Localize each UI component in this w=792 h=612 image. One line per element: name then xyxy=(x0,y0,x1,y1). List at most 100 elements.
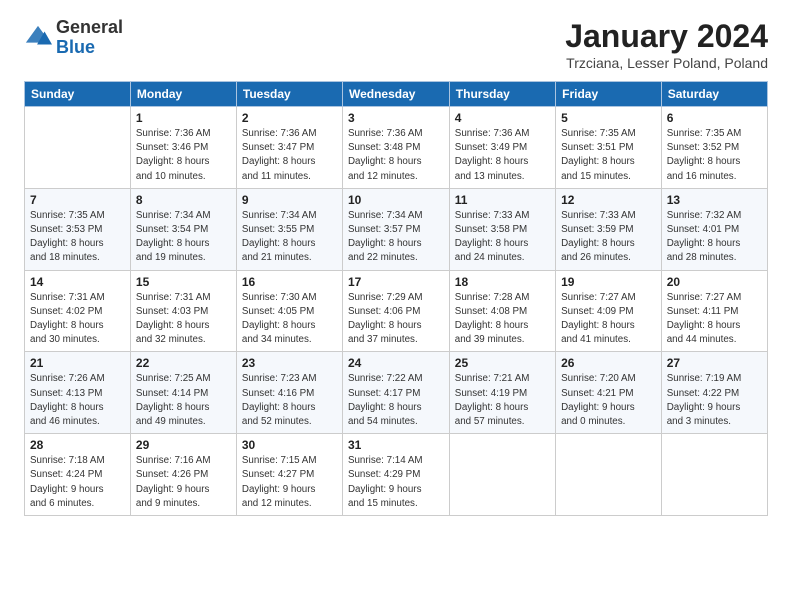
calendar-week-row: 7 Sunrise: 7:35 AM Sunset: 3:53 PM Daylig… xyxy=(25,188,768,270)
day-number: 7 xyxy=(30,193,125,207)
calendar-cell: 4 Sunrise: 7:36 AM Sunset: 3:49 PM Daylig… xyxy=(449,107,555,189)
day-number: 15 xyxy=(136,275,231,289)
calendar-cell: 21Sunrise: 7:26 AM Sunset: 4:13 PM Dayli… xyxy=(25,352,131,434)
day-info: Sunrise: 7:33 AM Sunset: 3:59 PM Dayligh… xyxy=(561,209,656,266)
day-number: 6 xyxy=(667,111,762,125)
calendar-cell: 29 Sunrise: 7:16 AM Sunset: 4:26 PM Dayli… xyxy=(130,434,236,516)
calendar-cell: 11Sunrise: 7:33 AM Sunset: 3:58 PM Dayli… xyxy=(449,188,555,270)
day-info: Sunrise: 7:29 AM Sunset: 4:06 PM Dayligh… xyxy=(348,291,444,348)
header: General Blue January 2024 Trzciana, Less… xyxy=(24,18,768,71)
day-info: Sunrise: 7:22 AM Sunset: 4:17 PM Dayligh… xyxy=(348,372,444,429)
day-info: Sunrise: 7:26 AM Sunset: 4:13 PM Dayligh… xyxy=(30,372,125,429)
day-info: Sunrise: 7:23 AM Sunset: 4:16 PM Dayligh… xyxy=(242,372,337,429)
logo-icon xyxy=(24,24,52,52)
day-number: 20 xyxy=(667,275,762,289)
logo-text: General Blue xyxy=(56,18,123,58)
day-info: Sunrise: 7:36 AM Sunset: 3:46 PM Dayligh… xyxy=(136,127,231,184)
page: General Blue January 2024 Trzciana, Less… xyxy=(0,0,792,612)
calendar-cell xyxy=(556,434,662,516)
calendar-week-row: 1 Sunrise: 7:36 AM Sunset: 3:46 PM Daylig… xyxy=(25,107,768,189)
day-info: Sunrise: 7:28 AM Sunset: 4:08 PM Dayligh… xyxy=(455,291,550,348)
day-number: 19 xyxy=(561,275,656,289)
day-info: Sunrise: 7:34 AM Sunset: 3:57 PM Dayligh… xyxy=(348,209,444,266)
calendar-cell: 13Sunrise: 7:32 AM Sunset: 4:01 PM Dayli… xyxy=(661,188,767,270)
day-number: 8 xyxy=(136,193,231,207)
calendar-week-row: 21Sunrise: 7:26 AM Sunset: 4:13 PM Dayli… xyxy=(25,352,768,434)
day-info: Sunrise: 7:19 AM Sunset: 4:22 PM Dayligh… xyxy=(667,372,762,429)
day-number: 10 xyxy=(348,193,444,207)
calendar-cell: 31 Sunrise: 7:14 AM Sunset: 4:29 PM Dayli… xyxy=(342,434,449,516)
calendar-cell: 5 Sunrise: 7:35 AM Sunset: 3:51 PM Daylig… xyxy=(556,107,662,189)
day-info: Sunrise: 7:36 AM Sunset: 3:48 PM Dayligh… xyxy=(348,127,444,184)
location: Trzciana, Lesser Poland, Poland xyxy=(565,55,768,71)
logo-general: General xyxy=(56,18,123,38)
day-info: Sunrise: 7:35 AM Sunset: 3:53 PM Dayligh… xyxy=(30,209,125,266)
calendar-cell: 1 Sunrise: 7:36 AM Sunset: 3:46 PM Daylig… xyxy=(130,107,236,189)
day-number: 14 xyxy=(30,275,125,289)
calendar-cell: 30Sunrise: 7:15 AM Sunset: 4:27 PM Dayli… xyxy=(236,434,342,516)
calendar-cell: 14 Sunrise: 7:31 AM Sunset: 4:02 PM Dayli… xyxy=(25,270,131,352)
calendar-cell: 3 Sunrise: 7:36 AM Sunset: 3:48 PM Daylig… xyxy=(342,107,449,189)
calendar-cell xyxy=(449,434,555,516)
day-number: 26 xyxy=(561,356,656,370)
day-number: 5 xyxy=(561,111,656,125)
day-number: 1 xyxy=(136,111,231,125)
calendar-cell: 18 Sunrise: 7:28 AM Sunset: 4:08 PM Dayli… xyxy=(449,270,555,352)
day-info: Sunrise: 7:18 AM Sunset: 4:24 PM Dayligh… xyxy=(30,454,125,511)
calendar-cell: 26 Sunrise: 7:20 AM Sunset: 4:21 PM Dayli… xyxy=(556,352,662,434)
day-info: Sunrise: 7:32 AM Sunset: 4:01 PM Dayligh… xyxy=(667,209,762,266)
calendar-cell: 7 Sunrise: 7:35 AM Sunset: 3:53 PM Daylig… xyxy=(25,188,131,270)
day-info: Sunrise: 7:31 AM Sunset: 4:02 PM Dayligh… xyxy=(30,291,125,348)
day-number: 23 xyxy=(242,356,337,370)
calendar-week-row: 14 Sunrise: 7:31 AM Sunset: 4:02 PM Dayli… xyxy=(25,270,768,352)
calendar-cell: 22 Sunrise: 7:25 AM Sunset: 4:14 PM Dayli… xyxy=(130,352,236,434)
calendar-header-wednesday: Wednesday xyxy=(342,82,449,107)
day-info: Sunrise: 7:35 AM Sunset: 3:52 PM Dayligh… xyxy=(667,127,762,184)
calendar-cell: 10 Sunrise: 7:34 AM Sunset: 3:57 PM Dayli… xyxy=(342,188,449,270)
calendar-cell: 2Sunrise: 7:36 AM Sunset: 3:47 PM Daylig… xyxy=(236,107,342,189)
day-info: Sunrise: 7:34 AM Sunset: 3:54 PM Dayligh… xyxy=(136,209,231,266)
calendar-cell: 23 Sunrise: 7:23 AM Sunset: 4:16 PM Dayli… xyxy=(236,352,342,434)
day-info: Sunrise: 7:21 AM Sunset: 4:19 PM Dayligh… xyxy=(455,372,550,429)
day-info: Sunrise: 7:36 AM Sunset: 3:47 PM Dayligh… xyxy=(242,127,337,184)
day-info: Sunrise: 7:25 AM Sunset: 4:14 PM Dayligh… xyxy=(136,372,231,429)
calendar-cell: 28 Sunrise: 7:18 AM Sunset: 4:24 PM Dayli… xyxy=(25,434,131,516)
day-number: 3 xyxy=(348,111,444,125)
day-number: 27 xyxy=(667,356,762,370)
day-info: Sunrise: 7:36 AM Sunset: 3:49 PM Dayligh… xyxy=(455,127,550,184)
calendar-cell: 19Sunrise: 7:27 AM Sunset: 4:09 PM Dayli… xyxy=(556,270,662,352)
day-number: 16 xyxy=(242,275,337,289)
day-number: 18 xyxy=(455,275,550,289)
day-info: Sunrise: 7:34 AM Sunset: 3:55 PM Dayligh… xyxy=(242,209,337,266)
calendar-cell: 17 Sunrise: 7:29 AM Sunset: 4:06 PM Dayli… xyxy=(342,270,449,352)
day-info: Sunrise: 7:31 AM Sunset: 4:03 PM Dayligh… xyxy=(136,291,231,348)
day-info: Sunrise: 7:14 AM Sunset: 4:29 PM Dayligh… xyxy=(348,454,444,511)
calendar-header-saturday: Saturday xyxy=(661,82,767,107)
calendar-cell: 9Sunrise: 7:34 AM Sunset: 3:55 PM Daylig… xyxy=(236,188,342,270)
day-number: 4 xyxy=(455,111,550,125)
calendar-cell: 27 Sunrise: 7:19 AM Sunset: 4:22 PM Dayli… xyxy=(661,352,767,434)
month-title: January 2024 xyxy=(565,18,768,55)
calendar-cell xyxy=(661,434,767,516)
calendar-header-sunday: Sunday xyxy=(25,82,131,107)
day-number: 31 xyxy=(348,438,444,452)
day-number: 17 xyxy=(348,275,444,289)
day-info: Sunrise: 7:30 AM Sunset: 4:05 PM Dayligh… xyxy=(242,291,337,348)
day-info: Sunrise: 7:16 AM Sunset: 4:26 PM Dayligh… xyxy=(136,454,231,511)
calendar-cell: 16 Sunrise: 7:30 AM Sunset: 4:05 PM Dayli… xyxy=(236,270,342,352)
calendar-cell: 6 Sunrise: 7:35 AM Sunset: 3:52 PM Daylig… xyxy=(661,107,767,189)
calendar-table: SundayMondayTuesdayWednesdayThursdayFrid… xyxy=(24,81,768,516)
day-number: 29 xyxy=(136,438,231,452)
logo: General Blue xyxy=(24,18,123,58)
day-number: 22 xyxy=(136,356,231,370)
day-info: Sunrise: 7:20 AM Sunset: 4:21 PM Dayligh… xyxy=(561,372,656,429)
calendar-header-row: SundayMondayTuesdayWednesdayThursdayFrid… xyxy=(25,82,768,107)
day-number: 28 xyxy=(30,438,125,452)
day-info: Sunrise: 7:33 AM Sunset: 3:58 PM Dayligh… xyxy=(455,209,550,266)
day-number: 30 xyxy=(242,438,337,452)
day-info: Sunrise: 7:35 AM Sunset: 3:51 PM Dayligh… xyxy=(561,127,656,184)
calendar-cell: 15 Sunrise: 7:31 AM Sunset: 4:03 PM Dayli… xyxy=(130,270,236,352)
day-number: 12 xyxy=(561,193,656,207)
calendar-cell: 20Sunrise: 7:27 AM Sunset: 4:11 PM Dayli… xyxy=(661,270,767,352)
calendar-header-monday: Monday xyxy=(130,82,236,107)
